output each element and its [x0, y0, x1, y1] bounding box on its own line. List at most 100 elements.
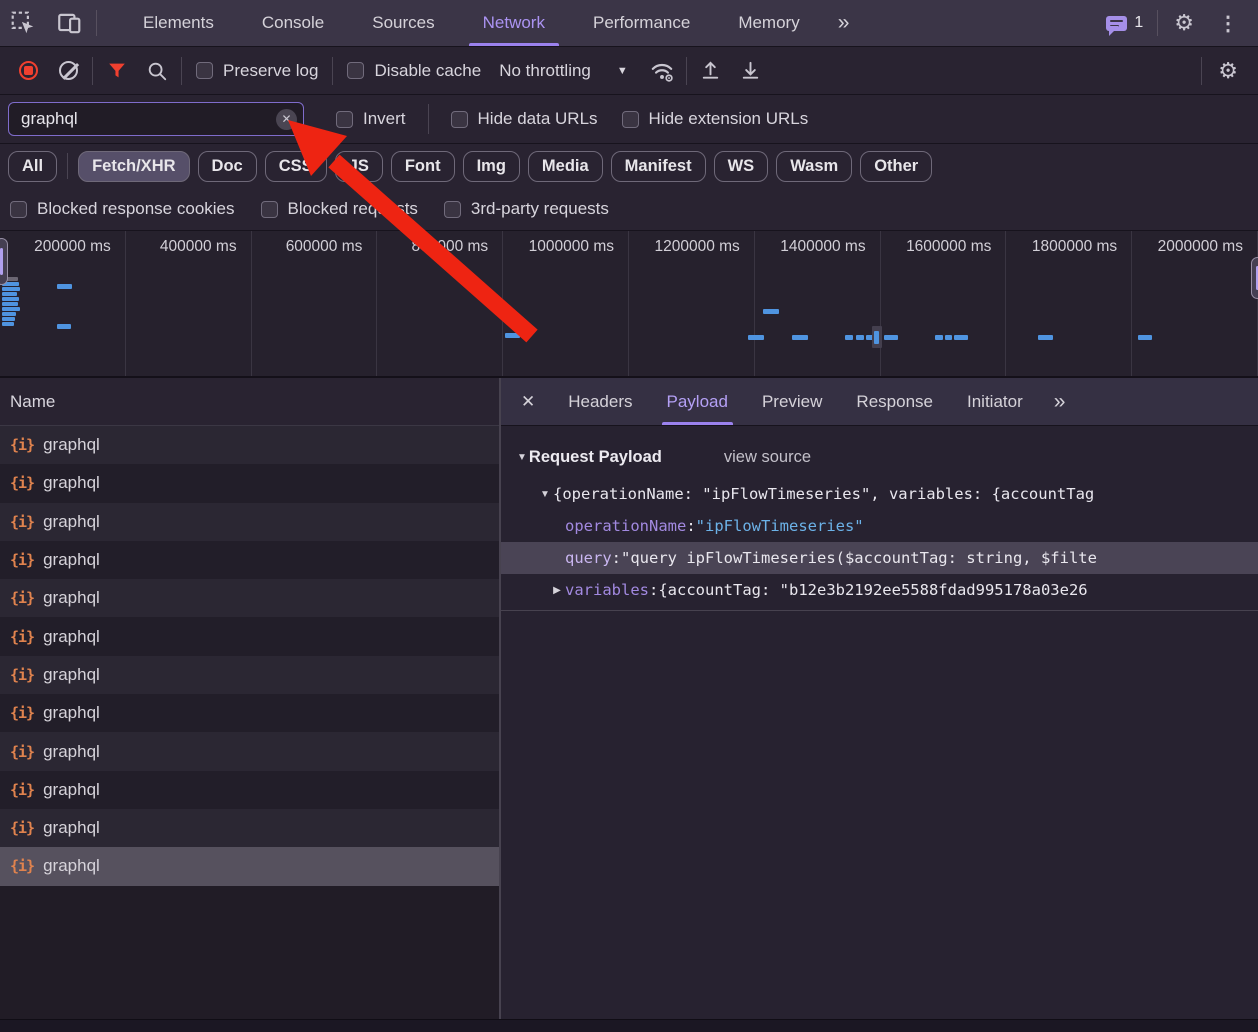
network-settings-gear-icon[interactable]: ⚙ [1206, 60, 1250, 82]
collapse-triangle-icon[interactable]: ▼ [517, 452, 527, 463]
request-name: graphql [43, 742, 100, 762]
type-pill-all[interactable]: All [8, 151, 57, 182]
expand-triangle-icon[interactable]: ▶ [549, 585, 565, 596]
payload-key: operationName [565, 517, 686, 535]
blocked-response-cookies-checkbox[interactable]: Blocked response cookies [10, 199, 235, 219]
disable-cache-checkbox[interactable]: Disable cache [347, 61, 481, 81]
request-name: graphql [43, 665, 100, 685]
request-row[interactable]: {i}graphql [0, 847, 499, 885]
request-row[interactable]: {i}graphql [0, 771, 499, 809]
preserve-log-checkbox[interactable]: Preserve log [196, 61, 318, 81]
tab-console[interactable]: Console [238, 0, 348, 46]
clear-filter-icon[interactable]: ✕ [276, 109, 297, 130]
request-name: graphql [43, 818, 100, 838]
payload-entry-operationName[interactable]: operationName: "ipFlowTimeseries" [501, 510, 1258, 542]
blocked-requests-checkbox[interactable]: Blocked requests [261, 199, 418, 219]
type-pill-css[interactable]: CSS [265, 151, 327, 182]
request-waterfall-bar [1138, 335, 1152, 340]
payload-summary-line[interactable]: ▼ {operationName: "ipFlowTimeseries", va… [501, 478, 1258, 510]
detail-tab-initiator[interactable]: Initiator [950, 378, 1040, 425]
import-har-icon[interactable] [694, 54, 728, 88]
devtools-tab-bar: ElementsConsoleSourcesNetworkPerformance… [0, 0, 1258, 47]
search-icon[interactable] [140, 54, 174, 88]
type-pill-other[interactable]: Other [860, 151, 932, 182]
detail-tab-preview[interactable]: Preview [745, 378, 839, 425]
type-pill-js[interactable]: JS [335, 151, 383, 182]
hide-extension-urls-checkbox[interactable]: Hide extension URLs [622, 109, 809, 129]
tab-elements[interactable]: Elements [119, 0, 238, 46]
request-waterfall-bar [2, 302, 18, 306]
request-row[interactable]: {i}graphql [0, 426, 499, 464]
clear-network-log-button[interactable] [51, 54, 85, 88]
type-pill-wasm[interactable]: Wasm [776, 151, 852, 182]
preserve-log-label: Preserve log [223, 61, 318, 81]
resource-type-filter-row: All Fetch/XHR Doc CSS JS Font Img Media Manifest… [0, 144, 1258, 188]
detail-tab-headers[interactable]: Headers [551, 378, 649, 425]
request-row[interactable]: {i} graphql [0, 617, 499, 655]
type-pill-manifest[interactable]: Manifest [611, 151, 706, 182]
tab-network[interactable]: Network [459, 0, 569, 46]
view-source-link[interactable]: view source [724, 448, 811, 467]
network-overview-timeline[interactable]: 200000 ms400000 ms600000 ms800000 ms1000… [0, 231, 1258, 378]
payload-entry-query[interactable]: query: "query ipFlowTimeseries($accountT… [501, 542, 1258, 574]
type-pill-font[interactable]: Font [391, 151, 455, 182]
throttling-select[interactable]: No throttling ▼ [499, 61, 628, 81]
request-name: graphql [43, 627, 100, 647]
request-waterfall-bar [2, 317, 15, 321]
name-column-header[interactable]: Name [0, 378, 499, 426]
type-pill-img[interactable]: Img [463, 151, 520, 182]
payload-entry-variables[interactable]: ▶variables: {accountTag: "b12e3b2192ee55… [501, 574, 1258, 606]
filter-toggle-icon[interactable] [100, 54, 134, 88]
hide-extension-urls-label: Hide extension URLs [649, 109, 809, 129]
payload-key: query [565, 549, 612, 567]
3rd-party-requests-checkbox[interactable]: 3rd-party requests [444, 199, 609, 219]
issues-button[interactable]: 1 [1096, 14, 1153, 32]
request-row[interactable]: {i}graphql [0, 503, 499, 541]
filter-input[interactable] [21, 109, 276, 129]
request-payload-title: Request Payload [529, 448, 662, 467]
tab-sources[interactable]: Sources [348, 0, 458, 46]
request-row[interactable]: {i}graphql [0, 541, 499, 579]
fetch-xhr-icon: {i} [10, 436, 34, 454]
inspect-element-icon[interactable] [0, 0, 46, 46]
payload-separator: : [686, 517, 695, 535]
fetch-xhr-icon: {i} [10, 628, 34, 646]
request-row[interactable]: {i}graphql [0, 579, 499, 617]
invert-checkbox[interactable]: Invert [336, 109, 406, 129]
close-detail-icon[interactable]: ✕ [501, 378, 551, 425]
payload-key: variables [565, 581, 649, 599]
device-toolbar-icon[interactable] [46, 0, 92, 46]
type-pill-doc[interactable]: Doc [198, 151, 257, 182]
network-conditions-icon[interactable] [645, 54, 679, 88]
panel-tabs: ElementsConsoleSourcesNetworkPerformance… [119, 0, 824, 46]
fetch-xhr-icon: {i} [10, 474, 34, 492]
tab-memory[interactable]: Memory [714, 0, 823, 46]
overview-right-grip[interactable] [1251, 257, 1258, 299]
request-row[interactable]: {i}graphql [0, 809, 499, 847]
request-row[interactable]: {i}graphql [0, 732, 499, 770]
more-panels-icon[interactable]: » [824, 0, 862, 46]
advanced-filter-row: Blocked response cookies Blocked requests… [0, 188, 1258, 231]
settings-gear-icon[interactable]: ⚙ [1162, 12, 1206, 34]
type-pill-ws[interactable]: WS [714, 151, 769, 182]
divider [181, 57, 182, 85]
tab-performance[interactable]: Performance [569, 0, 714, 46]
request-waterfall-bar [935, 335, 943, 340]
type-pill-fetchxhr[interactable]: Fetch/XHR [78, 151, 189, 182]
request-row[interactable]: {i}graphql [0, 464, 499, 502]
request-row[interactable]: {i}graphql [0, 656, 499, 694]
request-name: graphql [43, 512, 100, 532]
record-button[interactable] [11, 54, 45, 88]
payload-pane: ▼ Request Payload view source ▼ {operati… [501, 426, 1258, 611]
invert-label: Invert [363, 109, 406, 129]
request-row[interactable]: {i}graphql [0, 694, 499, 732]
kebab-menu-icon[interactable]: ⋮ [1206, 11, 1250, 36]
hide-data-urls-checkbox[interactable]: Hide data URLs [451, 109, 598, 129]
more-detail-tabs-icon[interactable]: » [1040, 378, 1078, 425]
detail-tab-response[interactable]: Response [839, 378, 950, 425]
timeline-tick: 400000 ms [126, 231, 252, 376]
detail-tab-payload[interactable]: Payload [650, 378, 745, 425]
export-har-icon[interactable] [734, 54, 768, 88]
type-pill-media[interactable]: Media [528, 151, 603, 182]
overview-left-grip[interactable] [0, 238, 8, 285]
